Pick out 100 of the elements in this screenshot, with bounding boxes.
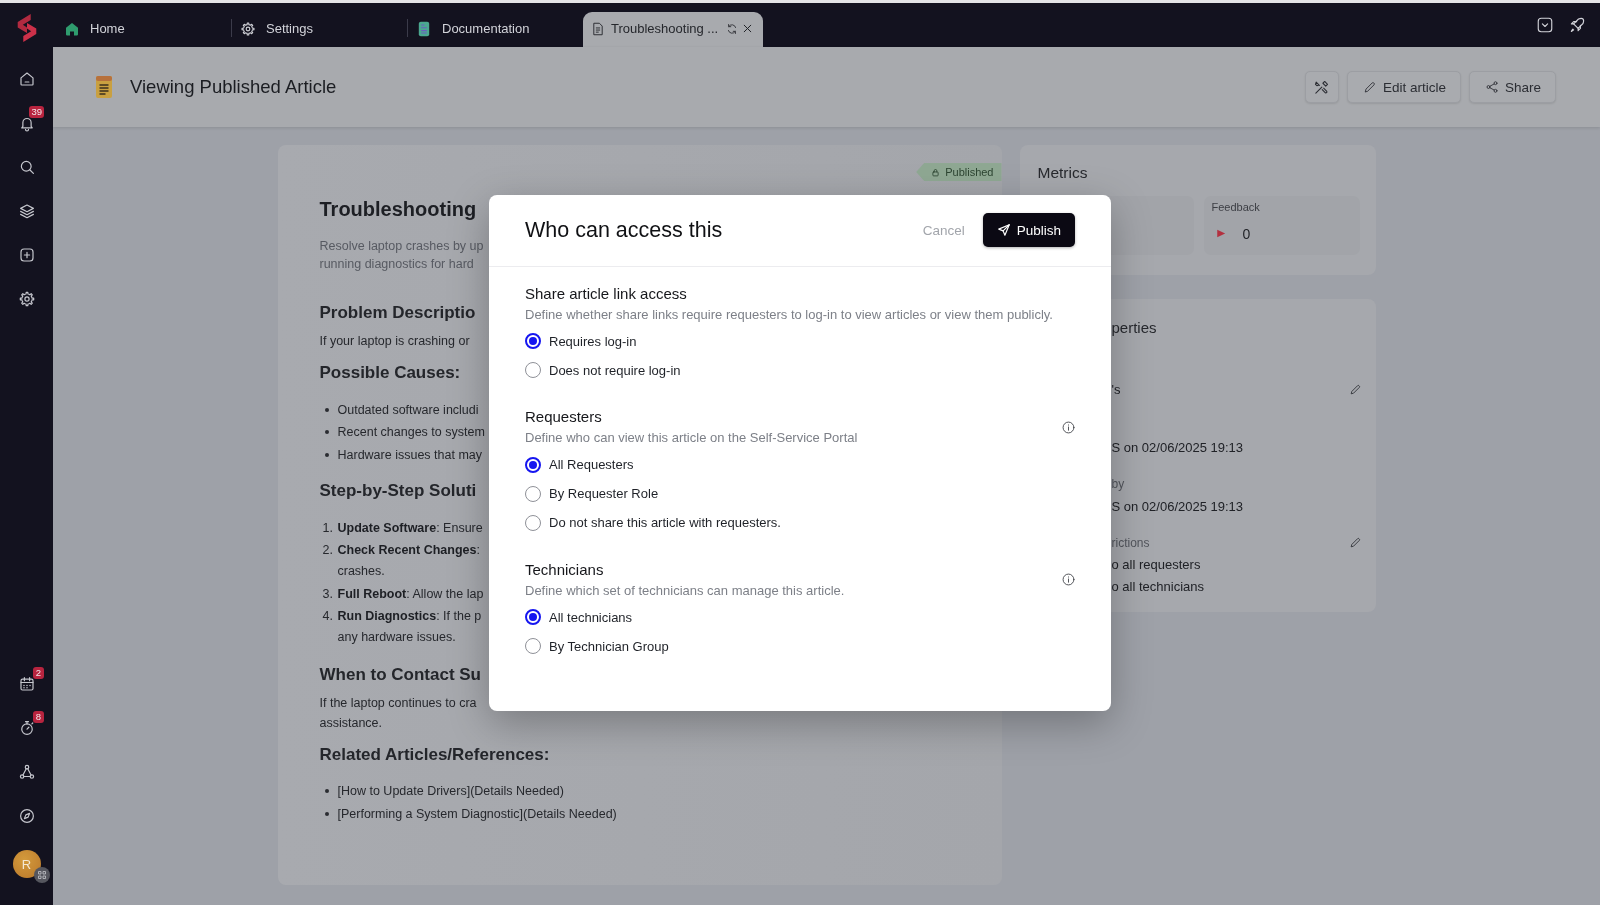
home-icon[interactable] bbox=[17, 70, 36, 88]
flag-icon bbox=[1215, 229, 1226, 239]
radio-button[interactable] bbox=[525, 362, 541, 378]
section-description: Define which set of technicians can manage this article. bbox=[525, 581, 845, 600]
list-item-text: Outdated software includi bbox=[337, 402, 479, 417]
field-value: S on 02/06/2025 19:13 bbox=[1111, 498, 1244, 514]
radio-button[interactable] bbox=[525, 514, 541, 531]
list-item-text: crashes. bbox=[337, 563, 385, 580]
share-icon bbox=[1484, 80, 1499, 94]
compass-icon[interactable] bbox=[17, 807, 36, 825]
edit-button[interactable]: Edit article bbox=[1346, 71, 1461, 103]
card-title: Metrics bbox=[1037, 163, 1088, 183]
settings-icon[interactable] bbox=[17, 290, 36, 308]
body-text: assistance. bbox=[319, 714, 383, 732]
bullet-icon bbox=[324, 430, 329, 435]
pencil-icon bbox=[1362, 80, 1377, 94]
radio-button[interactable] bbox=[525, 456, 541, 473]
option-label[interactable]: Requires log-in bbox=[549, 333, 637, 349]
field-value: S on 02/06/2025 19:13 bbox=[1111, 440, 1244, 455]
pencil-icon[interactable] bbox=[1348, 382, 1362, 396]
calendar-icon[interactable] bbox=[17, 675, 36, 693]
document-icon bbox=[591, 21, 605, 36]
option-label[interactable]: All Requesters bbox=[549, 457, 634, 472]
radio-button[interactable] bbox=[525, 485, 541, 502]
radio-button[interactable] bbox=[525, 638, 541, 654]
dropdown-icon[interactable] bbox=[1536, 16, 1554, 34]
section-title: Share article link access bbox=[525, 283, 687, 304]
bullet-icon bbox=[324, 811, 329, 816]
field-value: o all technicians bbox=[1111, 579, 1204, 594]
layers-icon[interactable] bbox=[17, 202, 36, 220]
list-item-text: Check Recent Changes: bbox=[337, 542, 480, 559]
list-item-text: Recent changes to system bbox=[337, 425, 485, 440]
body-text: If the laptop continues to cra bbox=[319, 694, 477, 712]
option-label[interactable]: All technicians bbox=[549, 609, 633, 625]
add-icon[interactable] bbox=[17, 246, 36, 264]
publish-button[interactable]: Publish bbox=[982, 213, 1075, 247]
tools-icon bbox=[1313, 78, 1331, 96]
list-item-text: any hardware issues. bbox=[337, 629, 456, 646]
bullet-icon bbox=[324, 407, 329, 412]
notification-badge: 39 bbox=[29, 106, 44, 118]
settings-icon bbox=[240, 20, 256, 37]
article-title: Troubleshooting bbox=[319, 197, 477, 222]
list-item-text: Hardware issues that may bbox=[337, 447, 482, 462]
card-title: perties bbox=[1111, 318, 1157, 338]
article-description: running diagnostics for hard bbox=[319, 256, 474, 273]
section-description: Define who can view this article on the Self-Service Portal bbox=[525, 429, 858, 447]
section-description: Define whether share links require requesters to log-in to view articles or view them publicly. bbox=[525, 305, 1053, 324]
page-title: Viewing Published Article bbox=[130, 76, 337, 98]
list-number: 4. bbox=[322, 609, 333, 623]
document-icon bbox=[416, 20, 432, 37]
network-icon[interactable] bbox=[17, 763, 36, 781]
tools-button[interactable] bbox=[1304, 71, 1339, 103]
list-number: 1. bbox=[322, 520, 333, 535]
tab[interactable]: Documentation bbox=[408, 12, 583, 47]
share-button[interactable]: Share bbox=[1468, 71, 1556, 103]
refresh-icon[interactable] bbox=[726, 22, 739, 35]
section-heading: Possible Causes: bbox=[319, 362, 461, 384]
option-label[interactable]: Do not share this article with requesters. bbox=[549, 515, 781, 530]
section-heading: Step-by-Step Soluti bbox=[319, 480, 477, 502]
info-icon[interactable] bbox=[1062, 573, 1075, 586]
notification-badge: 8 bbox=[33, 711, 44, 723]
metric-label: Feedback bbox=[1211, 200, 1260, 214]
home-icon bbox=[64, 20, 80, 37]
dialog-title: Who can access this bbox=[525, 217, 723, 243]
list-item-text: Update Software: Ensure bbox=[337, 519, 483, 537]
option-label[interactable]: By Requester Role bbox=[549, 486, 659, 501]
list-number: 2. bbox=[322, 543, 333, 557]
grid-icon[interactable] bbox=[34, 867, 50, 883]
bullet-icon bbox=[324, 789, 329, 794]
field-label: by bbox=[1111, 477, 1125, 491]
list-item-text: [Performing a System Diagnostic](Details Needed) bbox=[337, 806, 617, 821]
field-value: o all requesters bbox=[1111, 557, 1201, 572]
list-number: 3. bbox=[322, 586, 333, 601]
field-label: rictions bbox=[1111, 535, 1150, 550]
list-item-text: [How to Update Drivers](Details Needed) bbox=[337, 784, 564, 799]
body-text: If your laptop is crashing or bbox=[319, 333, 470, 350]
tab[interactable]: Home bbox=[56, 12, 231, 47]
tab[interactable]: Settings bbox=[232, 12, 407, 47]
notification-badge: 2 bbox=[33, 667, 44, 679]
option-label[interactable]: By Technician Group bbox=[549, 638, 669, 654]
tab[interactable]: Troubleshooting ... bbox=[583, 12, 763, 47]
section-title: Requesters bbox=[525, 407, 602, 427]
section-title: Technicians bbox=[525, 559, 604, 580]
send-icon bbox=[996, 223, 1011, 237]
lock-icon bbox=[931, 167, 941, 177]
section-heading: Problem Descriptio bbox=[319, 302, 476, 324]
article-description: Resolve laptop crashes by up bbox=[319, 238, 484, 255]
info-icon[interactable] bbox=[1062, 420, 1075, 434]
section-heading: Related Articles/References: bbox=[319, 743, 550, 766]
radio-button[interactable] bbox=[525, 333, 541, 349]
list-item-text: Run Diagnostics: If the p bbox=[337, 608, 482, 625]
pencil-icon[interactable] bbox=[1348, 536, 1362, 549]
close-icon[interactable] bbox=[742, 23, 754, 34]
metric-value: 0 bbox=[1242, 226, 1251, 242]
rocket-icon[interactable] bbox=[1568, 16, 1586, 34]
radio-button[interactable] bbox=[525, 609, 541, 625]
status-label: Published bbox=[945, 166, 994, 178]
notebook-icon bbox=[95, 75, 113, 99]
option-label[interactable]: Does not require log-in bbox=[549, 362, 681, 378]
field-value: 's bbox=[1111, 381, 1121, 397]
